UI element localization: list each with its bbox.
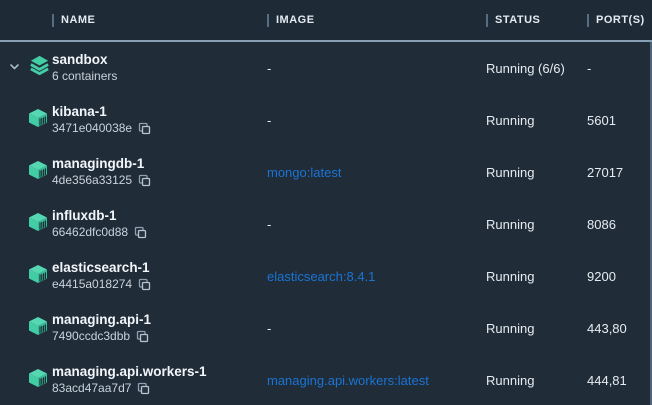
container-icon xyxy=(28,212,52,237)
containers-table: NAME IMAGE STATUS PORT(S) sandbox 6 cont… xyxy=(0,0,652,405)
status-text: Running xyxy=(486,269,587,284)
ports-text: 9200 xyxy=(587,269,652,284)
container-row-elasticsearch[interactable]: elasticsearch-1 e4415a018274 elasticsear… xyxy=(0,250,652,302)
copy-icon[interactable] xyxy=(137,382,150,395)
image-link[interactable]: elasticsearch:8.4.1 xyxy=(267,269,486,284)
ports-text: 5601 xyxy=(587,113,652,128)
copy-icon[interactable] xyxy=(138,174,151,187)
container-id: e4415a018274 xyxy=(52,276,132,293)
container-row-managing-api-workers[interactable]: managing.api.workers-1 83acd47aa7d7 mana… xyxy=(0,354,652,405)
copy-icon[interactable] xyxy=(136,330,149,343)
ports-text: 27017 xyxy=(587,165,652,180)
image-cell: - xyxy=(267,217,486,232)
image-link[interactable]: managing.api.workers:latest xyxy=(267,373,486,388)
group-subtitle: 6 containers xyxy=(52,68,117,85)
column-separator xyxy=(52,14,54,27)
container-id: 83acd47aa7d7 xyxy=(52,380,131,397)
container-name: influxdb-1 xyxy=(52,207,257,224)
image-link[interactable]: mongo:latest xyxy=(267,165,486,180)
compose-stack-icon xyxy=(28,54,52,82)
container-icon xyxy=(28,316,52,341)
status-text: Running xyxy=(486,113,587,128)
container-row-managing-api[interactable]: managing.api-1 7490ccdc3dbb - Running 44… xyxy=(0,302,652,354)
container-icon xyxy=(28,264,52,289)
container-name: managing.api.workers-1 xyxy=(52,363,257,380)
column-separator xyxy=(486,14,488,27)
status-text: Running xyxy=(486,165,587,180)
ports-text: 443,80 xyxy=(587,321,652,336)
column-header-image[interactable]: IMAGE xyxy=(267,14,486,27)
status-text: Running (6/6) xyxy=(486,61,587,76)
container-name: elasticsearch-1 xyxy=(52,259,257,276)
column-header-name[interactable]: NAME xyxy=(52,14,267,27)
table-header: NAME IMAGE STATUS PORT(S) xyxy=(0,0,652,42)
status-text: Running xyxy=(486,321,587,336)
ports-text: 8086 xyxy=(587,217,652,232)
expand-toggle[interactable] xyxy=(0,59,28,77)
ports-text: 444,81 xyxy=(587,373,652,388)
container-name: managingdb-1 xyxy=(52,155,257,172)
container-icon xyxy=(28,368,52,393)
copy-icon[interactable] xyxy=(138,278,151,291)
group-row-sandbox[interactable]: sandbox 6 containers - Running (6/6) - xyxy=(0,42,652,94)
column-header-status[interactable]: STATUS xyxy=(486,14,587,27)
image-cell: - xyxy=(267,321,486,336)
container-name: managing.api-1 xyxy=(52,311,257,328)
copy-icon[interactable] xyxy=(134,226,147,239)
chevron-down-icon xyxy=(9,59,20,77)
image-cell: - xyxy=(267,61,486,76)
ports-text: - xyxy=(587,61,652,76)
status-text: Running xyxy=(486,373,587,388)
image-cell: - xyxy=(267,113,486,128)
container-id: 4de356a33125 xyxy=(52,172,132,189)
container-row-managingdb[interactable]: managingdb-1 4de356a33125 mongo:latest R… xyxy=(0,146,652,198)
status-text: Running xyxy=(486,217,587,232)
container-id: 7490ccdc3dbb xyxy=(52,328,130,345)
container-row-kibana[interactable]: kibana-1 3471e040038e - Running 5601 xyxy=(0,94,652,146)
group-name: sandbox xyxy=(52,51,257,68)
column-separator xyxy=(587,14,589,27)
copy-icon[interactable] xyxy=(138,122,151,135)
column-separator xyxy=(267,14,269,27)
container-name: kibana-1 xyxy=(52,103,257,120)
container-id: 3471e040038e xyxy=(52,120,132,137)
column-header-ports[interactable]: PORT(S) xyxy=(587,14,652,27)
container-id: 66462dfc0d88 xyxy=(52,224,128,241)
container-icon xyxy=(28,160,52,185)
container-icon xyxy=(28,108,52,133)
container-row-influxdb[interactable]: influxdb-1 66462dfc0d88 - Running 8086 xyxy=(0,198,652,250)
